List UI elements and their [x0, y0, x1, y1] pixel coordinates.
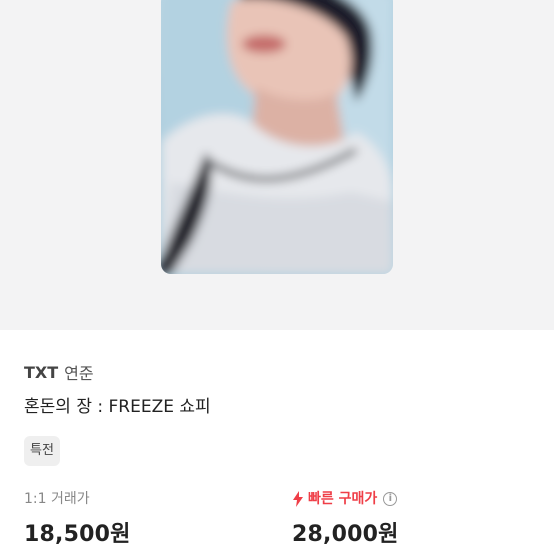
trade-price-block[interactable]: 1:1 거래가 18,500원	[24, 488, 131, 548]
member-name[interactable]: 연준	[64, 360, 93, 384]
fast-price-label: 빠른 구매가	[308, 491, 378, 507]
fast-price-block[interactable]: 빠른 구매가 i 28,000원	[292, 488, 399, 548]
product-info: TXT 연준 혼돈의 장 : FREEZE 쇼피 특전	[24, 360, 534, 466]
photocard-image[interactable]	[161, 0, 393, 274]
product-title: 혼돈의 장 : FREEZE 쇼피	[24, 397, 211, 417]
info-icon[interactable]: i	[383, 492, 398, 506]
trade-price-value: 18,500원	[24, 522, 131, 547]
bonus-badge: 특전	[24, 436, 60, 466]
fast-price-label-row: 빠른 구매가 i	[292, 488, 399, 510]
price-section: 1:1 거래가 18,500원 빠른 구매가 i 28,000원	[24, 488, 534, 554]
bolt-icon	[293, 491, 303, 507]
trade-price-label: 1:1 거래가	[24, 491, 90, 507]
fast-price-value: 28,000원	[292, 522, 399, 547]
artist-name[interactable]: TXT	[24, 363, 58, 382]
photocard-illustration	[161, 0, 393, 274]
product-image-area[interactable]	[0, 0, 554, 330]
artist-line[interactable]: TXT 연준	[24, 360, 534, 384]
